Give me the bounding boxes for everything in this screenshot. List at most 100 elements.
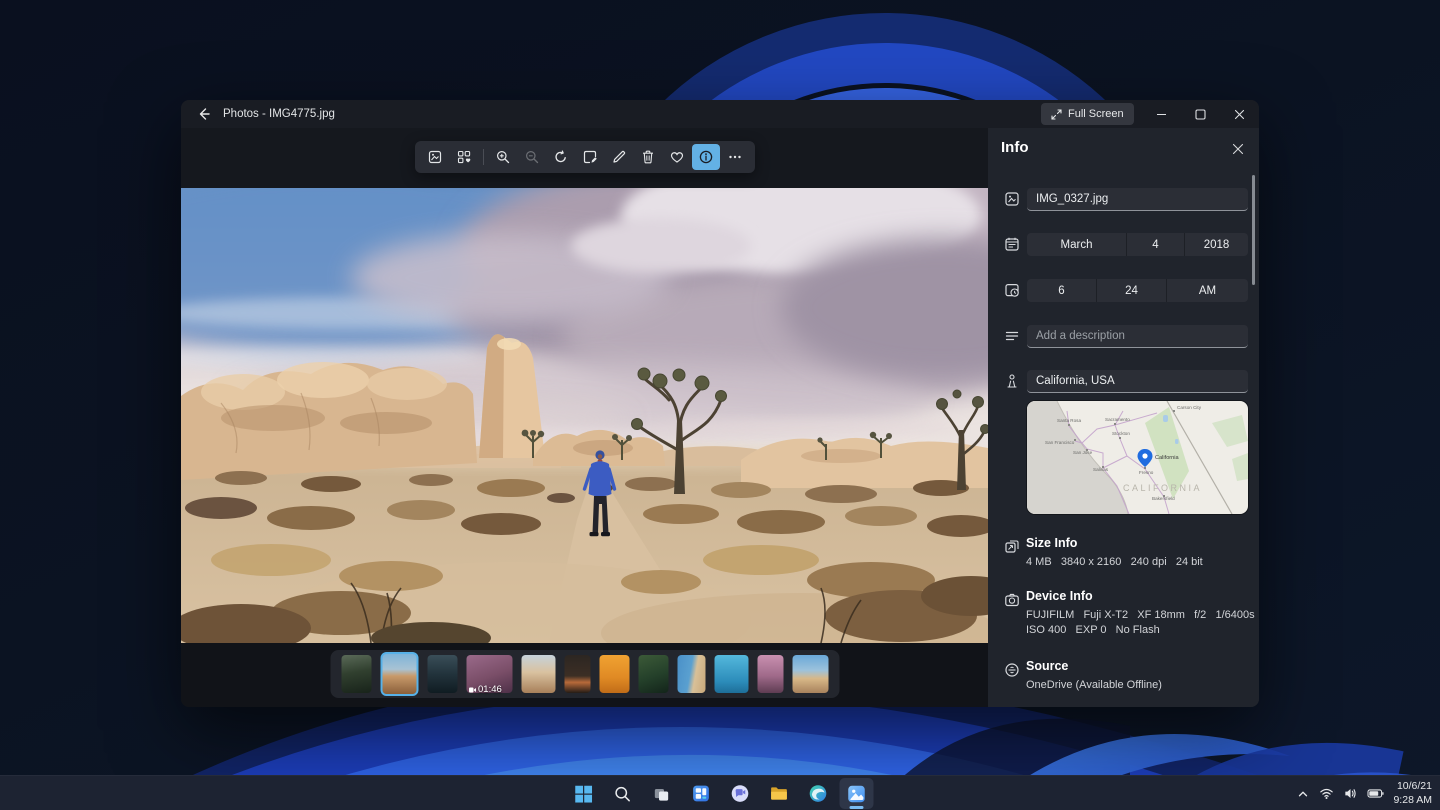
location-field[interactable]: California, USA <box>1027 370 1248 393</box>
viewer-toolbar <box>415 141 755 173</box>
slideshow-icon <box>428 150 442 164</box>
close-icon <box>1232 143 1244 155</box>
search-button[interactable] <box>606 778 640 809</box>
add-to-collection-button[interactable] <box>450 144 478 170</box>
start-button[interactable] <box>567 778 601 809</box>
map-city-label: Santa Rosa <box>1057 418 1081 423</box>
hidden-icons-chevron[interactable] <box>1296 787 1310 801</box>
filename-field[interactable]: IMG_0327.jpg <box>1027 188 1248 211</box>
time-row: 6 24 AM <box>988 279 1259 302</box>
info-panel-close-button[interactable] <box>1228 139 1248 159</box>
volume-icon[interactable] <box>1343 786 1358 801</box>
slideshow-button[interactable] <box>421 144 449 170</box>
edit-image-icon <box>583 150 597 164</box>
map-region-label: CALIFORNIA <box>1123 483 1202 493</box>
delete-button[interactable] <box>634 144 662 170</box>
thumbnail-lake[interactable] <box>427 655 457 693</box>
device-info-line2: ISO 400 EXP 0 No Flash <box>1026 624 1160 636</box>
info-button[interactable] <box>692 144 720 170</box>
maximize-button[interactable] <box>1181 100 1220 128</box>
taskbar-clock[interactable]: 10/6/21 9:28 AM <box>1393 780 1432 807</box>
main-photo[interactable] <box>181 188 988 643</box>
zoom-out-icon <box>526 151 539 164</box>
active-app-indicator <box>849 806 864 809</box>
location-row: California, USA <box>988 370 1259 393</box>
taskbar: 10/6/21 9:28 AM <box>0 775 1440 810</box>
window-title: Photos - IMG4775.jpg <box>223 108 335 120</box>
fullscreen-label: Full Screen <box>1068 108 1124 120</box>
description-row: Add a description <box>988 325 1259 348</box>
fullscreen-button[interactable]: Full Screen <box>1041 103 1134 125</box>
thumbnail-cliff[interactable] <box>341 655 371 693</box>
titlebar: Photos - IMG4775.jpg Full Screen <box>181 100 1259 128</box>
time-minute[interactable]: 24 <box>1097 279 1167 302</box>
thumbnail-jungle[interactable] <box>638 655 668 693</box>
file-explorer-button[interactable] <box>762 778 796 809</box>
date-picker: March 4 2018 <box>1027 233 1248 256</box>
description-icon <box>1005 331 1019 341</box>
heart-icon <box>670 152 684 163</box>
thumbnail-video[interactable]: 01:46 <box>466 655 512 695</box>
back-button[interactable] <box>191 103 217 125</box>
time-picker: 6 24 AM <box>1027 279 1248 302</box>
time-period[interactable]: AM <box>1167 279 1248 302</box>
map-pin-label: California <box>1155 455 1180 461</box>
date-row: March 4 2018 <box>988 233 1259 256</box>
map-graphic: Carson City Santa Rosa Sacramento San Fr… <box>1027 401 1248 514</box>
clock-time: 9:28 AM <box>1393 793 1432 806</box>
map-city-label: San Francisco <box>1045 440 1075 445</box>
thumbnail-palm-beach[interactable] <box>792 655 828 693</box>
photos-app-icon <box>848 785 865 802</box>
windows-start-icon <box>575 785 593 803</box>
widgets-icon <box>692 785 709 802</box>
maximize-icon <box>1195 108 1206 120</box>
widgets-button[interactable] <box>684 778 718 809</box>
task-view-icon <box>654 788 669 801</box>
video-duration: 01:46 <box>478 684 502 695</box>
map-city-label: Sacramento <box>1105 417 1130 422</box>
video-duration-badge: 01:46 <box>468 684 502 695</box>
window-controls <box>1142 100 1259 128</box>
see-more-button[interactable] <box>721 144 749 170</box>
location-pin-icon <box>1007 374 1017 388</box>
thumbnail-pink-dune[interactable] <box>757 655 783 693</box>
device-info-line1: FUJIFILM Fuji X-T2 XF 18mm f/2 1/6400s <box>1026 609 1255 621</box>
photos-app-button[interactable] <box>839 778 874 809</box>
thumbnail-orange-wall[interactable] <box>599 655 629 693</box>
size-info-heading: Size Info <box>1026 536 1078 550</box>
zoom-in-button[interactable] <box>489 144 517 170</box>
ellipsis-icon <box>729 155 741 159</box>
date-day[interactable]: 4 <box>1127 233 1185 256</box>
photo-viewer: 01:46 <box>181 128 988 707</box>
wifi-icon[interactable] <box>1319 786 1334 801</box>
edit-image-button[interactable] <box>576 144 604 170</box>
time-hour[interactable]: 6 <box>1027 279 1097 302</box>
thumbnail-sunset[interactable] <box>564 655 590 693</box>
description-field[interactable]: Add a description <box>1027 325 1248 348</box>
thumbnail-aerial-beach[interactable] <box>677 655 705 693</box>
favorite-button[interactable] <box>663 144 691 170</box>
map-city-label: Carson City <box>1177 405 1202 410</box>
collection-heart-icon <box>457 150 471 164</box>
thumbnail-selected-desert[interactable] <box>380 652 418 696</box>
minimize-icon <box>1157 113 1166 115</box>
location-map[interactable]: Carson City Santa Rosa Sacramento San Fr… <box>1027 401 1248 514</box>
battery-icon[interactable] <box>1367 786 1385 801</box>
close-button[interactable] <box>1220 100 1259 128</box>
file-explorer-icon <box>770 787 787 800</box>
task-view-button[interactable] <box>645 778 679 809</box>
date-month[interactable]: March <box>1027 233 1127 256</box>
date-year[interactable]: 2018 <box>1185 233 1248 256</box>
thumbnail-desert-pan[interactable] <box>521 655 555 693</box>
video-camera-icon <box>468 687 476 692</box>
teams-chat-icon <box>731 785 748 802</box>
chat-button[interactable] <box>723 778 757 809</box>
clock-icon <box>1005 283 1019 297</box>
edge-button[interactable] <box>801 778 835 809</box>
rotate-button[interactable] <box>547 144 575 170</box>
minimize-button[interactable] <box>1142 100 1181 128</box>
zoom-out-button[interactable] <box>518 144 546 170</box>
thumbnail-pool[interactable] <box>714 655 748 693</box>
draw-button[interactable] <box>605 144 633 170</box>
fullscreen-icon <box>1051 108 1062 120</box>
